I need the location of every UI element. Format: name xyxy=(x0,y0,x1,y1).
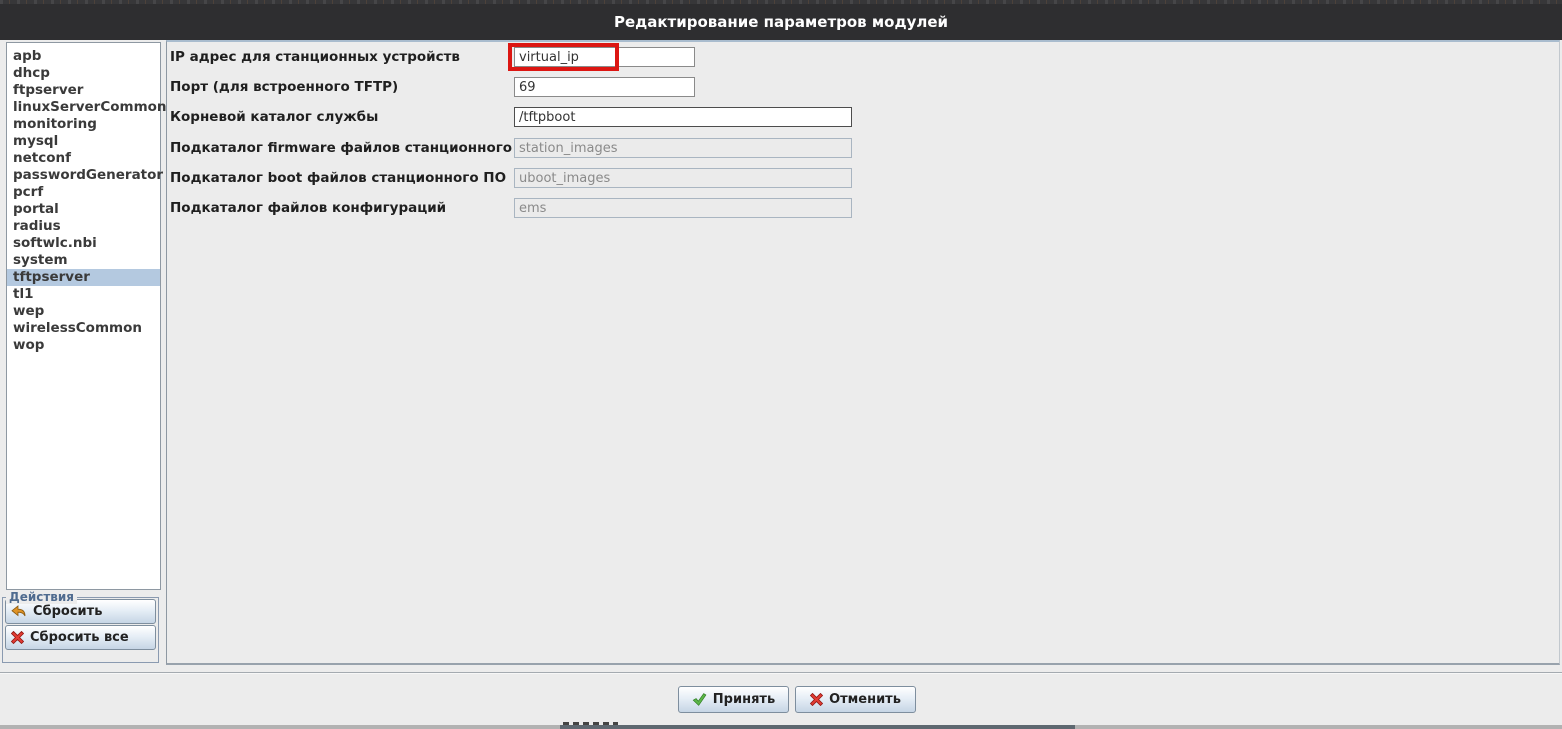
list-item-pcrf[interactable]: pcrf xyxy=(7,184,160,201)
module-list: apb dhcp ftpserver linuxServerCommon mon… xyxy=(6,42,167,590)
list-item-softwlc-nbi[interactable]: softwlc.nbi xyxy=(7,235,160,252)
cancel-button[interactable]: Отменить xyxy=(795,686,916,713)
actions-group-title: Действия xyxy=(6,590,78,604)
cancel-button-label: Отменить xyxy=(829,692,901,707)
reset-button-label: Сбросить xyxy=(33,604,103,619)
list-item-tl1[interactable]: tl1 xyxy=(7,286,160,303)
list-item-ftpserver[interactable]: ftpserver xyxy=(7,82,160,99)
accept-button[interactable]: Принять xyxy=(678,686,789,713)
field-label-config-subdir: Подкаталог файлов конфигураций xyxy=(170,200,447,216)
reset-all-button-label: Сбросить все xyxy=(30,630,129,645)
config-subdir-input xyxy=(514,198,852,218)
list-item-wop[interactable]: wop xyxy=(7,337,160,354)
boot-subdir-input xyxy=(514,168,852,188)
green-check-icon xyxy=(692,693,707,706)
list-item-wep[interactable]: wep xyxy=(7,303,160,320)
list-item-apb[interactable]: apb xyxy=(7,48,160,65)
background-window-edge xyxy=(0,0,1562,4)
field-label-ip-address: IP адрес для станционных устройств xyxy=(170,49,460,65)
list-item-passwordgenerator[interactable]: passwordGenerator xyxy=(7,167,163,184)
red-x-icon xyxy=(11,631,24,644)
dialog-title: Редактирование параметров модулей xyxy=(613,13,949,31)
list-item-mysql[interactable]: mysql xyxy=(7,133,160,150)
ip-address-input[interactable] xyxy=(514,47,695,67)
list-item-system[interactable]: system xyxy=(7,252,160,269)
field-label-port: Порт (для встроенного TFTP) xyxy=(170,79,399,95)
port-input[interactable] xyxy=(514,77,695,97)
red-x-icon xyxy=(810,693,824,706)
dialog-titlebar: Редактирование параметров модулей xyxy=(0,0,1562,40)
list-item-netconf[interactable]: netconf xyxy=(7,150,160,167)
list-item-monitoring[interactable]: monitoring xyxy=(7,116,160,133)
list-item-dhcp[interactable]: dhcp xyxy=(7,65,160,82)
reset-all-button[interactable]: Сбросить все xyxy=(5,625,156,650)
list-item-portal[interactable]: portal xyxy=(7,201,160,218)
background-taskbar-marks xyxy=(563,722,618,725)
list-item-linuxservercommon[interactable]: linuxServerCommon xyxy=(7,99,167,116)
root-dir-input[interactable] xyxy=(514,107,852,127)
actions-group: Действия Сбросить Сбросить все xyxy=(2,590,159,663)
list-item-tftpserver[interactable]: tftpserver xyxy=(7,269,160,286)
field-label-boot-subdir: Подкаталог boot файлов станционного ПО xyxy=(170,170,507,186)
module-parameters-panel xyxy=(166,40,1560,665)
field-label-firmware-subdir: Подкаталог firmware файлов станционного … xyxy=(170,140,540,156)
list-item-radius[interactable]: radius xyxy=(7,218,160,235)
list-item-wirelesscommon[interactable]: wirelessCommon xyxy=(7,320,160,337)
field-label-root-dir: Корневой каталог службы xyxy=(170,109,379,125)
undo-icon xyxy=(11,604,27,619)
footer-separator xyxy=(0,672,1562,674)
firmware-subdir-input xyxy=(514,138,852,158)
background-taskbar-segment xyxy=(560,725,1075,729)
accept-button-label: Принять xyxy=(712,692,776,707)
